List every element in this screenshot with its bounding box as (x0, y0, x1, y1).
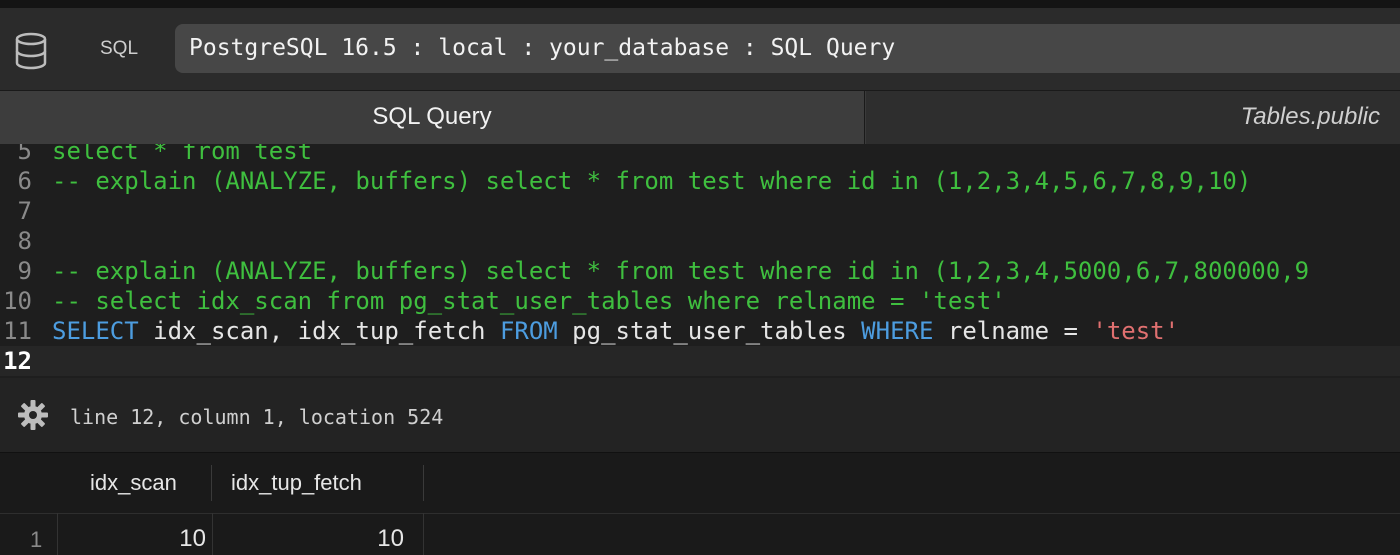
gear-icon[interactable] (17, 399, 49, 431)
line-code: -- select idx_scan from pg_stat_user_tab… (52, 287, 1006, 315)
line-number: 9 (17, 257, 32, 285)
sql-editor[interactable]: 5 select * from test 6 -- explain (ANALY… (0, 144, 1400, 376)
column-header-idx-scan[interactable]: idx_scan (58, 465, 212, 501)
line-number: 12 (3, 347, 32, 375)
line-number: 11 (3, 317, 32, 345)
results-grid: idx_scan idx_tup_fetch 1 10 10 (0, 453, 1400, 555)
keyword-select: SELECT (52, 317, 139, 345)
editor-line-query: 11 SELECT idx_scan, idx_tup_fetch FROM p… (0, 316, 1400, 346)
cursor-location-text: line 12, column 1, location 524 (70, 405, 444, 429)
status-bar: line 12, column 1, location 524 (0, 378, 1400, 453)
row-divider (0, 513, 1400, 514)
code-text: idx_scan, idx_tup_fetch (138, 317, 500, 345)
column-header-idx-tup-fetch[interactable]: idx_tup_fetch (213, 465, 424, 501)
window-top-strip (0, 0, 1400, 8)
line-number: 10 (3, 287, 32, 315)
line-code: SELECT idx_scan, idx_tup_fetch FROM pg_s… (52, 316, 1179, 346)
keyword-where: WHERE (861, 317, 934, 345)
table-cell-idx-scan[interactable]: 10 (58, 525, 206, 553)
line-code: select * from test (52, 144, 313, 165)
line-number: 5 (17, 144, 32, 165)
line-number: 6 (17, 167, 32, 195)
database-icon[interactable] (12, 31, 50, 71)
table-cell-idx-tup-fetch[interactable]: 10 (213, 525, 404, 553)
code-text: pg_stat_user_tables (557, 317, 862, 345)
line-code: -- explain (ANALYZE, buffers) select * f… (52, 257, 1310, 285)
column-divider (423, 513, 424, 555)
editor-line: 9 -- explain (ANALYZE, buffers) select *… (0, 256, 1400, 286)
editor-line: 6 -- explain (ANALYZE, buffers) select *… (0, 166, 1400, 196)
connection-address-field[interactable]: PostgreSQL 16.5 : local : your_database … (175, 24, 1400, 73)
line-code: -- explain (ANALYZE, buffers) select * f… (52, 167, 1252, 195)
editor-line: 7 (0, 196, 1400, 226)
sql-mode-label[interactable]: SQL (100, 38, 138, 60)
tab-sql-query[interactable]: SQL Query (0, 91, 865, 144)
code-text: relname = (933, 317, 1093, 345)
line-number: 8 (17, 227, 32, 255)
keyword-from: FROM (499, 317, 558, 345)
row-number: 1 (30, 527, 43, 552)
line-number: 7 (17, 197, 32, 225)
editor-line: 5 select * from test (0, 144, 1400, 166)
editor-line: 10 -- select idx_scan from pg_stat_user_… (0, 286, 1400, 316)
tab-tables-public[interactable]: Tables.public (866, 91, 1400, 144)
editor-line: 8 (0, 226, 1400, 256)
editor-line-current: 12 (0, 346, 1400, 376)
toolbar: SQL PostgreSQL 16.5 : local : your_datab… (0, 8, 1400, 90)
string-literal: 'test' (1092, 317, 1180, 345)
tab-bar: SQL Query Tables.public (0, 90, 1400, 145)
